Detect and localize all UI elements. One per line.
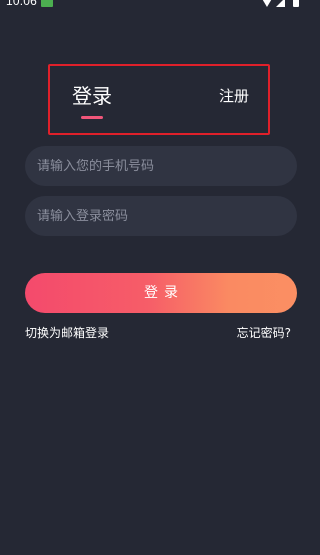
app-notification-icon (41, 0, 53, 7)
tab-login[interactable]: 登录 (72, 82, 112, 110)
password-input[interactable] (37, 208, 285, 224)
switch-to-email-login-link[interactable]: 切换为邮箱登录 (25, 325, 109, 341)
status-bar: 10:06 (0, 0, 310, 14)
battery-icon (293, 0, 299, 7)
phone-input[interactable] (37, 158, 285, 174)
password-field (25, 196, 297, 236)
login-button[interactable]: 登录 (25, 273, 297, 313)
cell-signal-icon (276, 0, 285, 7)
tab-register[interactable]: 注册 (219, 86, 249, 106)
tab-active-indicator (81, 116, 103, 119)
status-time: 10:06 (6, 0, 38, 8)
phone-field (25, 146, 297, 186)
forgot-password-link[interactable]: 忘记密码? (237, 325, 291, 341)
wifi-icon (261, 0, 273, 7)
